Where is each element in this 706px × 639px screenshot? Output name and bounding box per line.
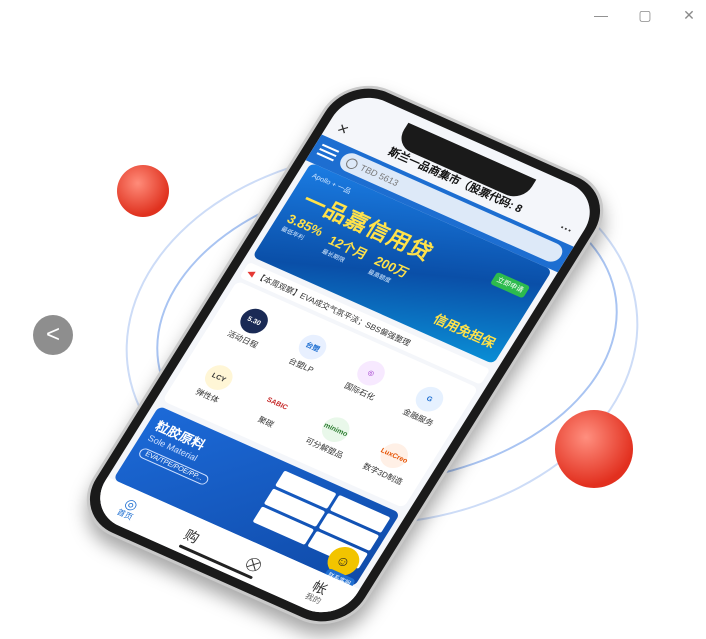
tab-home[interactable]: ◎ 首页 [115,494,143,522]
carousel-prev-button[interactable]: < [33,315,73,355]
decor-ball-right [555,410,633,488]
maximize-button[interactable]: ▢ [638,7,652,23]
search-icon [344,156,361,171]
category-label: 聚碳 [256,414,276,430]
cart-icon: ⛒ [243,554,265,574]
window-controls: — ▢ ✕ [594,7,696,24]
minimize-button[interactable]: — [594,7,608,23]
tab-purchase[interactable]: 购 [181,526,203,547]
banner-apply-badge[interactable]: 立即申请 [489,271,531,299]
banner-footer-text: 信用免担保 [430,311,499,351]
screen-stage: — ▢ ✕ < ✕ 斯兰一品商集市（股票代码: 8 ··· TBD 5613 A… [0,0,706,639]
tab-cart[interactable]: ⛒ [243,554,265,574]
chevron-left-icon: < [45,321,60,348]
tab-account[interactable]: 帐 我的 [303,578,331,606]
decor-ball-left [117,165,169,217]
close-button[interactable]: ✕ [682,7,696,23]
menu-icon[interactable] [316,143,340,162]
purchase-icon: 购 [181,526,203,547]
